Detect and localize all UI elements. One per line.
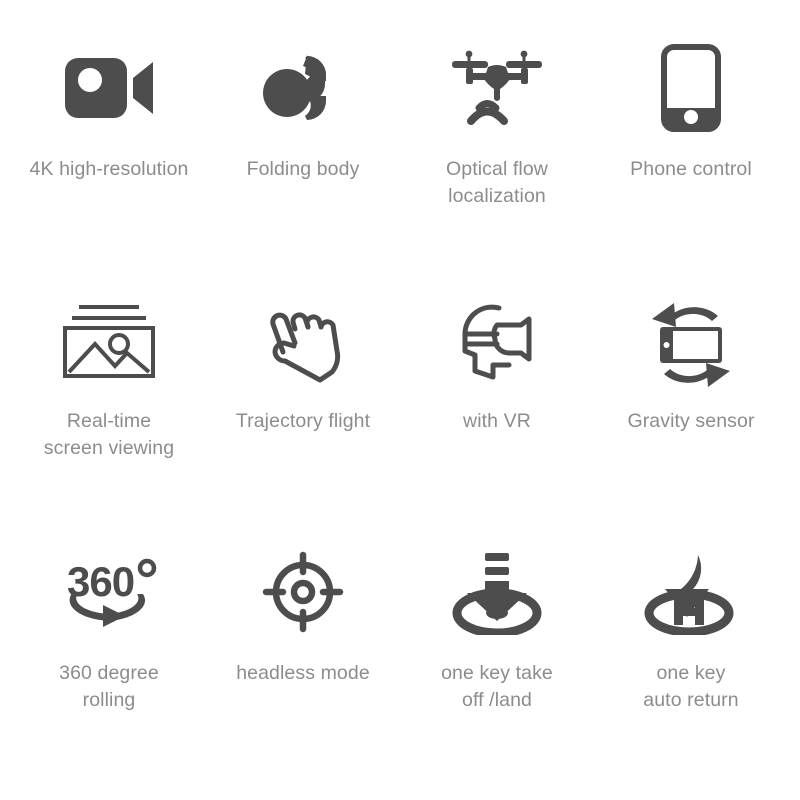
feature-item-headless-mode[interactable]: headless mode (206, 526, 400, 778)
feature-item-360-degree-rolling[interactable]: 360 360 degree rolling (12, 526, 206, 778)
crosshair-target-icon (261, 540, 345, 644)
smartphone-icon (661, 36, 721, 140)
feature-label: 360 degree rolling (59, 662, 159, 711)
feature-item-phone-control[interactable]: Phone control (594, 22, 788, 274)
drone-signal-icon (448, 36, 546, 140)
rotate-phone-icon (644, 288, 738, 392)
bottom-spacer (12, 778, 788, 800)
feature-label: Folding body (246, 158, 360, 180)
feature-label: Optical flow localization (446, 158, 548, 207)
feature-item-one-key-take-off-land[interactable]: one key take off /land (400, 526, 594, 778)
feature-label: one key auto return (643, 662, 739, 711)
feature-label: Phone control (630, 158, 752, 180)
return-helipad-icon (643, 540, 739, 644)
video-camera-icon (63, 36, 155, 140)
feature-item-gravity-sensor[interactable]: Gravity sensor (594, 274, 788, 526)
feature-item-real-time-screen[interactable]: Real-time screen viewing (12, 274, 206, 526)
feature-item-4k-high-resolution[interactable]: 4K high-resolution (12, 22, 206, 274)
pointing-hand-icon (263, 288, 343, 392)
photo-gallery-icon (61, 288, 157, 392)
feature-label: Real-time screen viewing (43, 410, 175, 459)
feature-label: Trajectory flight (235, 410, 371, 432)
feature-label: headless mode (236, 662, 370, 684)
folding-body-icon (259, 36, 347, 140)
vr-headset-head-icon (451, 288, 543, 392)
feature-label: Gravity sensor (627, 410, 755, 432)
feature-label: one key take off /land (441, 662, 553, 711)
360-text: 360 (67, 558, 134, 605)
feature-item-with-vr[interactable]: with VR (400, 274, 594, 526)
feature-label: 4K high-resolution (29, 158, 189, 180)
arrow-down-pad-icon (451, 540, 543, 644)
top-spacer (12, 0, 788, 22)
feature-label: with VR (463, 410, 531, 432)
360-degrees-icon: 360 (55, 540, 163, 644)
degree-symbol (137, 558, 157, 578)
feature-item-optical-flow[interactable]: Optical flow localization (400, 22, 594, 274)
feature-item-trajectory-flight[interactable]: Trajectory flight (206, 274, 400, 526)
feature-grid: 4K high-resolution Folding body Optical … (0, 0, 800, 800)
feature-item-folding-body[interactable]: Folding body (206, 22, 400, 274)
feature-item-one-key-auto-return[interactable]: one key auto return (594, 526, 788, 778)
